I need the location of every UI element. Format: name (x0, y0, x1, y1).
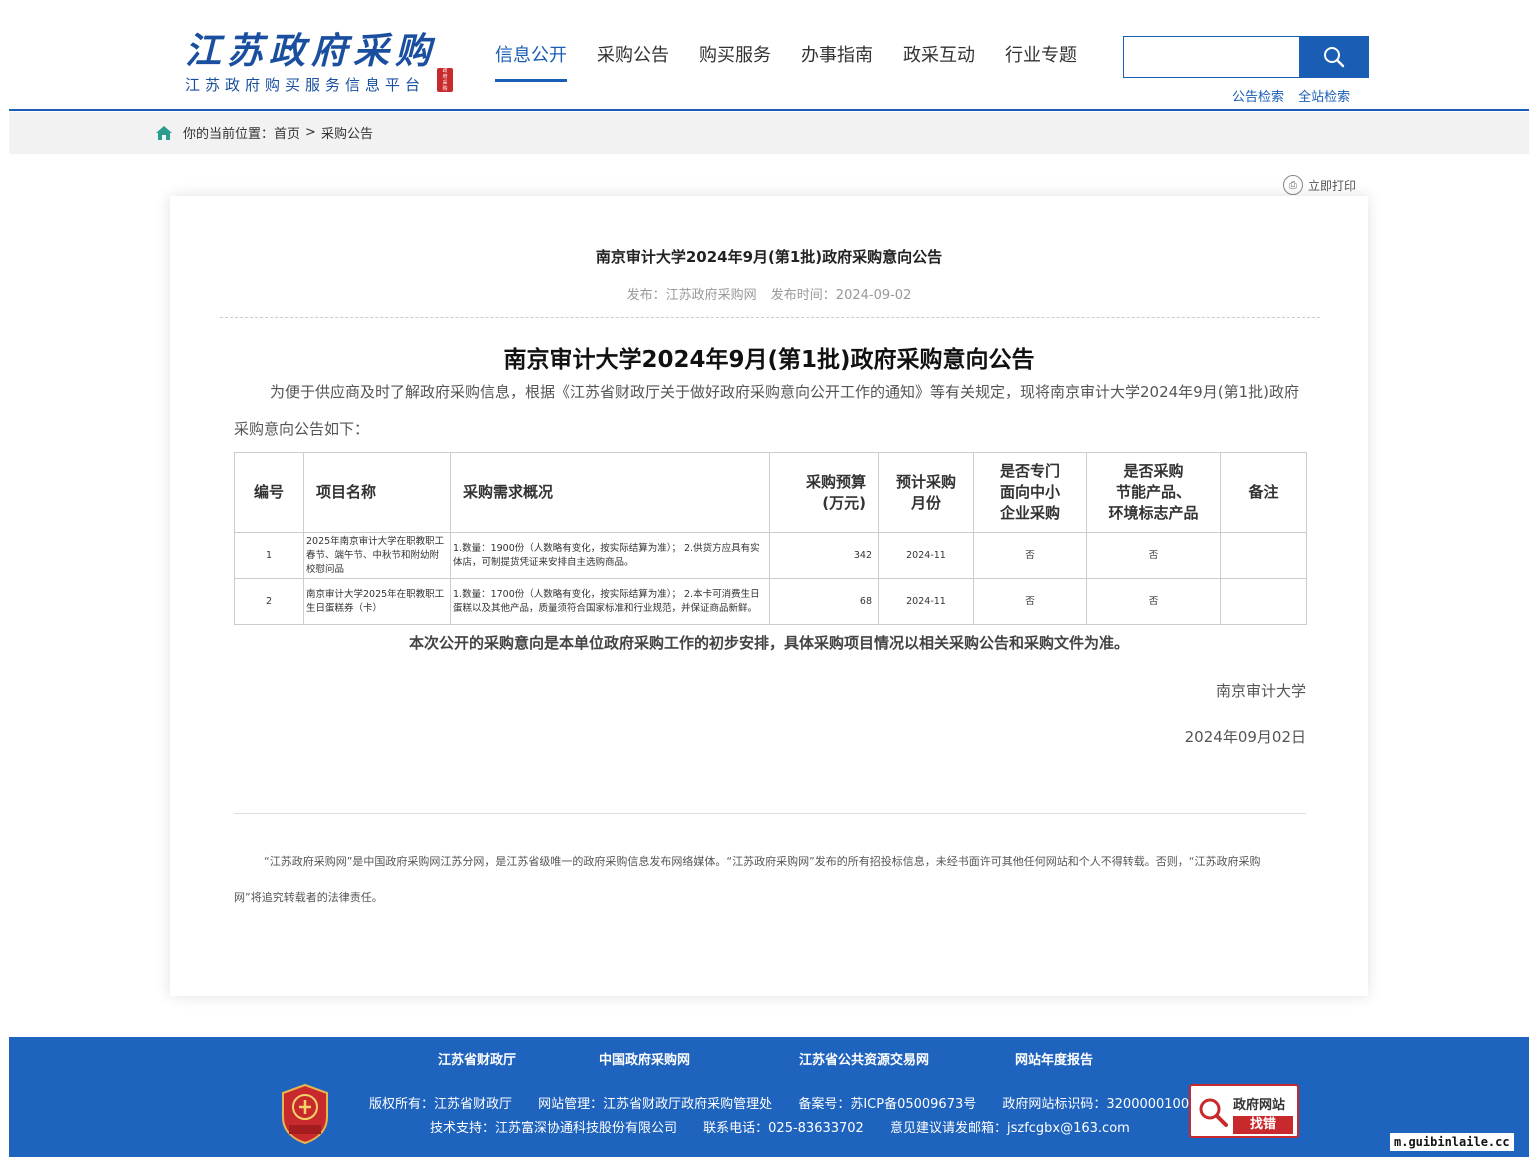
find-error-top: 政府网站 (1233, 1098, 1286, 1113)
article-publish-time: 发布时间：2024-09-02 (770, 288, 912, 303)
footer-site-code: 政府网站标识码：3200000100 (1002, 1097, 1190, 1112)
cell-green: 否 (1086, 532, 1221, 579)
col-header-remark: 备注 (1220, 452, 1307, 533)
cell-remark (1220, 532, 1307, 579)
nav-item-procurement-notice[interactable]: 采购公告 (597, 42, 669, 82)
breadcrumb-current[interactable]: 采购公告 (321, 123, 373, 142)
site-search-link[interactable]: 全站检索 (1298, 90, 1350, 105)
breadcrumb-home[interactable]: 首页 (274, 123, 300, 142)
search-icon (1324, 47, 1345, 68)
signature-date: 2024年09月02日 (1184, 728, 1306, 746)
search-links: 公告检索 全站检索 (1232, 86, 1360, 105)
signature-org: 南京审计大学 (1215, 682, 1306, 700)
nav-item-purchase-service[interactable]: 购买服务 (699, 42, 771, 82)
cell-budget: 68 (769, 578, 879, 625)
footer-link-annual-report[interactable]: 网站年度报告 (1015, 1049, 1093, 1068)
cell-green: 否 (1086, 578, 1221, 625)
cell-project: 2025年南京审计大学在职教职工春节、端午节、中秋节和附幼附校慰问品 (303, 532, 451, 579)
table-header-row: 编号 项目名称 采购需求概况 采购预算 (万元) 预计采购 月份 是否专门 面向… (234, 452, 1307, 533)
nav-item-industry[interactable]: 行业专题 (1005, 42, 1077, 82)
nav-item-guide[interactable]: 办事指南 (801, 42, 873, 82)
cell-no: 1 (234, 532, 304, 579)
footer-email[interactable]: 意见建议请发邮箱：jszfcgbx@163.com (890, 1121, 1130, 1136)
site-logo[interactable]: 江苏政府采购 江苏政府购买服务信息平台 政府采购 (177, 22, 457, 97)
site-header: 江苏政府采购 江苏政府购买服务信息平台 政府采购 信息公开 采购公告 购买服务 … (9, 0, 1529, 111)
footer-phone: 联系电话：025-83633702 (703, 1121, 864, 1136)
disclaimer: “江苏政府采购网”是中国政府采购网江苏分网，是江苏省级唯一的政府采购信息发布网络… (234, 855, 1261, 904)
find-error-bottom: 找错 (1233, 1116, 1293, 1134)
cell-sme: 否 (973, 532, 1087, 579)
col-header-budget: 采购预算 (万元) (769, 452, 879, 533)
cell-budget: 342 (769, 532, 879, 579)
divider (220, 317, 1320, 318)
footer-link-ccgp[interactable]: 中国政府采购网 (599, 1049, 799, 1068)
watermark: m.guibinlaile.cc (1390, 1133, 1514, 1151)
col-header-demand: 采购需求概况 (450, 452, 770, 533)
print-button[interactable]: ⎙ 立即打印 (1283, 175, 1356, 195)
search-box (1123, 36, 1369, 78)
notice-statement: 本次公开的采购意向是本单位政府采购工作的初步安排，具体采购项目情况以相关采购公告… (408, 634, 1129, 652)
print-label: 立即打印 (1308, 178, 1357, 193)
party-gov-badge-icon[interactable] (279, 1083, 331, 1145)
procurement-table: 编号 项目名称 采购需求概况 采购预算 (万元) 预计采购 月份 是否专门 面向… (234, 452, 1307, 625)
article-publisher: 发布：江苏政府采购网 (626, 288, 757, 303)
search-input[interactable] (1123, 36, 1299, 78)
footer-copyright: 版权所有：江苏省财政厅 (369, 1097, 513, 1112)
table-row: 1 2025年南京审计大学在职教职工春节、端午节、中秋节和附幼附校慰问品 1.数… (234, 532, 1307, 579)
table-row: 2 南京审计大学2025年在职教职工生日蛋糕券（卡） 1.数量：1700份（人数… (234, 578, 1307, 625)
nav-item-info-public[interactable]: 信息公开 (495, 42, 567, 82)
cell-demand: 1.数量：1900份（人数略有变化，按实际结算为准）； 2.供货方应具有实体店，… (450, 532, 770, 579)
cell-remark (1220, 578, 1307, 625)
document-title: 南京审计大学2024年9月(第1批)政府采购意向公告 (503, 347, 1035, 373)
cell-month: 2024-11 (878, 578, 974, 625)
cell-no: 2 (234, 578, 304, 625)
cell-sme: 否 (973, 578, 1087, 625)
cell-project: 南京审计大学2025年在职教职工生日蛋糕券（卡） (303, 578, 451, 625)
nav-item-interaction[interactable]: 政采互动 (903, 42, 975, 82)
magnifier-icon (1199, 1098, 1228, 1127)
main-nav: 信息公开 采购公告 购买服务 办事指南 政采互动 行业专题 (495, 42, 1107, 82)
breadcrumb-separator: > (305, 125, 316, 140)
document-intro: 为便于供应商及时了解政府采购信息，根据《江苏省财政厅关于做好政府采购意向公开工作… (234, 383, 1299, 438)
col-header-month: 预计采购 月份 (878, 452, 974, 533)
article-card: 南京审计大学2024年9月(第1批)政府采购意向公告 发布：江苏政府采购网 发布… (170, 196, 1368, 996)
cell-demand: 1.数量：1700份（人数略有变化，按实际结算为准）； 2.本卡可消费生日蛋糕以… (450, 578, 770, 625)
printer-icon: ⎙ (1283, 175, 1303, 195)
home-icon (156, 125, 172, 140)
search-button[interactable] (1299, 36, 1369, 78)
breadcrumb-bar: 你的当前位置： 首页 > 采购公告 (9, 112, 1529, 154)
divider (234, 813, 1306, 814)
col-header-project: 项目名称 (303, 452, 451, 533)
footer-management: 网站管理：江苏省财政厅政府采购管理处 (538, 1097, 773, 1112)
breadcrumb-label: 你的当前位置： (183, 127, 275, 142)
article-title: 南京审计大学2024年9月(第1批)政府采购意向公告 (595, 248, 943, 266)
footer-icp[interactable]: 备案号：苏ICP备05009673号 (798, 1097, 976, 1112)
footer-tech-support: 技术支持：江苏富深协通科技股份有限公司 (430, 1121, 678, 1136)
footer-link-public-resource[interactable]: 江苏省公共资源交易网 (799, 1049, 1015, 1068)
site-footer: 江苏省财政厅 中国政府采购网 江苏省公共资源交易网 网站年度报告 版权所有：江苏… (9, 1037, 1529, 1157)
notice-search-link[interactable]: 公告检索 (1232, 90, 1284, 105)
footer-links: 江苏省财政厅 中国政府采购网 江苏省公共资源交易网 网站年度报告 (438, 1049, 1093, 1068)
footer-link-finance-dept[interactable]: 江苏省财政厅 (438, 1049, 599, 1068)
footer-support-line: 技术支持：江苏富深协通科技股份有限公司 联系电话：025-83633702 意见… (430, 1117, 1152, 1136)
breadcrumb: 你的当前位置： 首页 > 采购公告 (155, 123, 373, 142)
logo-script-text: 江苏政府采购 (185, 30, 438, 72)
article-meta: 发布：江苏政府采购网 发布时间：2024-09-02 (170, 284, 1368, 303)
col-header-green: 是否采购 节能产品、 环境标志产品 (1086, 452, 1221, 533)
logo-seal: 政府采购 (437, 68, 453, 92)
footer-copyright-line: 版权所有：江苏省财政厅 网站管理：江苏省财政厅政府采购管理处 备案号：苏ICP备… (369, 1093, 1211, 1112)
col-header-sme: 是否专门 面向中小 企业采购 (973, 452, 1087, 533)
logo-subtitle: 江苏政府购买服务信息平台 (185, 76, 426, 94)
cell-month: 2024-11 (878, 532, 974, 579)
find-error-button[interactable]: 政府网站 找错 (1189, 1084, 1299, 1138)
col-header-no: 编号 (234, 452, 304, 533)
